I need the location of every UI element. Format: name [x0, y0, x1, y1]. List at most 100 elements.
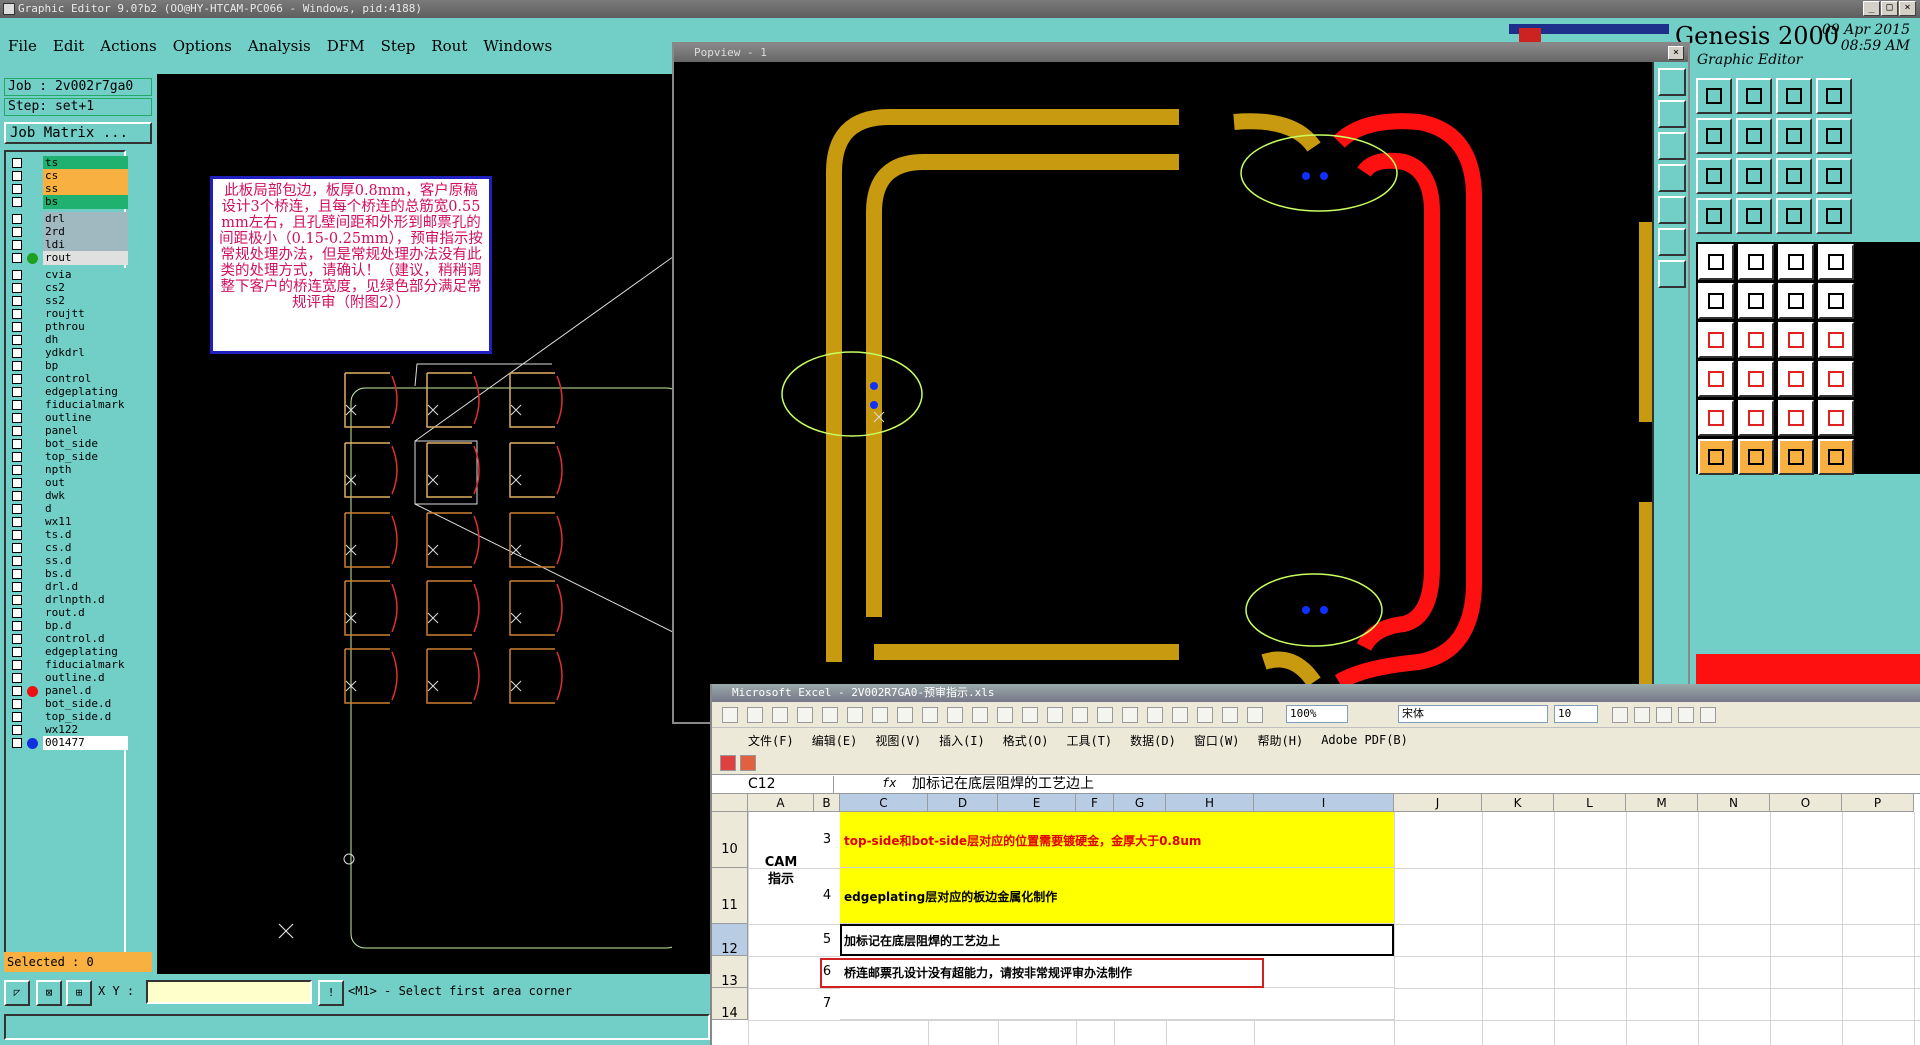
menu-dfm[interactable]: DFM [327, 37, 365, 55]
view-tool-button[interactable] [1696, 158, 1732, 194]
layer-checkbox[interactable] [12, 227, 22, 237]
pdf-mail-icon[interactable] [740, 755, 756, 771]
layer-checkbox[interactable] [12, 361, 22, 371]
layer-checkbox[interactable] [12, 322, 22, 332]
instruction-cell[interactable]: top-side和bot-side层对应的位置需要镀硬金，金厚大于0.8um [840, 812, 1394, 868]
layer-checkbox[interactable] [12, 439, 22, 449]
layer-name[interactable]: outline [43, 411, 128, 425]
layer-name[interactable]: 2rd [43, 225, 128, 239]
layer-checkbox[interactable] [12, 197, 22, 207]
layer-checkbox[interactable] [12, 309, 22, 319]
row-header[interactable]: 10 [712, 812, 748, 868]
layer-checkbox[interactable] [12, 184, 22, 194]
layer-name[interactable]: dh [43, 333, 128, 347]
layer-checkbox[interactable] [12, 171, 22, 181]
column-header[interactable]: P [1842, 794, 1914, 812]
popview-tool-4[interactable] [1658, 164, 1686, 192]
layer-name[interactable]: rout.d [43, 606, 128, 620]
excel-toolbar-button[interactable] [1656, 707, 1672, 723]
layer-checkbox[interactable] [12, 621, 22, 631]
popview-tool-7[interactable] [1658, 260, 1686, 288]
column-header[interactable]: E [998, 794, 1076, 812]
layer-name[interactable]: edgeplating [43, 645, 128, 659]
zoom-select[interactable]: 100% [1286, 705, 1348, 723]
layer-name[interactable]: dwk [43, 489, 128, 503]
layer-checkbox[interactable] [12, 400, 22, 410]
layer-name[interactable]: outline.d [43, 671, 128, 685]
font-size-select[interactable]: 10 [1554, 705, 1598, 723]
layer-checkbox[interactable] [12, 543, 22, 553]
layer-name[interactable]: bp [43, 359, 128, 373]
edit-tool-button[interactable] [1738, 322, 1774, 358]
edit-tool-button[interactable] [1818, 361, 1854, 397]
popview-tool-1[interactable] [1658, 68, 1686, 96]
excel-menu-item[interactable]: 编辑(E) [812, 732, 858, 749]
column-header[interactable]: F [1076, 794, 1114, 812]
maximize-button[interactable]: □ [1881, 1, 1898, 16]
layer-row[interactable]: rout [10, 251, 130, 266]
layer-checkbox[interactable] [12, 253, 22, 263]
view-tool-button[interactable] [1736, 198, 1772, 234]
layer-checkbox[interactable] [12, 686, 22, 696]
layer-name[interactable]: ts.d [43, 528, 128, 542]
layer-checkbox[interactable] [12, 283, 22, 293]
column-header[interactable]: J [1394, 794, 1482, 812]
edit-tool-button[interactable] [1738, 361, 1774, 397]
layer-checkbox[interactable] [12, 530, 22, 540]
layer-checkbox[interactable] [12, 738, 22, 748]
excel-toolbar-button[interactable] [897, 707, 913, 723]
layer-checkbox[interactable] [12, 634, 22, 644]
view-tool-button[interactable] [1776, 118, 1812, 154]
column-header[interactable]: A [748, 794, 814, 812]
layer-name[interactable]: ss [43, 182, 128, 196]
layer-name[interactable]: fiducialmark [43, 398, 128, 412]
layer-row[interactable]: bs [10, 195, 130, 210]
excel-toolbar-button[interactable] [922, 707, 938, 723]
instruction-cell[interactable]: edgeplating层对应的板边金属化制作 [840, 868, 1394, 924]
name-box[interactable]: C12 [714, 776, 834, 793]
excel-toolbar-button[interactable] [947, 707, 963, 723]
view-tool-button[interactable] [1696, 78, 1732, 114]
excel-toolbar-button[interactable] [1047, 707, 1063, 723]
menu-analysis[interactable]: Analysis [248, 37, 311, 55]
layer-checkbox[interactable] [12, 374, 22, 384]
layer-checkbox[interactable] [12, 582, 22, 592]
excel-menu-item[interactable]: 工具(T) [1066, 732, 1112, 749]
column-header[interactable]: G [1114, 794, 1166, 812]
excel-toolbar-button[interactable] [1122, 707, 1138, 723]
view-tool-button[interactable] [1696, 118, 1732, 154]
edit-tool-button[interactable] [1778, 322, 1814, 358]
select-tool-button[interactable]: ◸ [4, 980, 30, 1006]
edit-tool-button[interactable] [1698, 439, 1734, 475]
edit-tool-button[interactable] [1698, 400, 1734, 436]
layer-name[interactable]: rout [43, 251, 128, 265]
popview-close-button[interactable]: × [1668, 46, 1684, 60]
xy-input[interactable] [146, 980, 312, 1004]
excel-toolbar-button[interactable] [997, 707, 1013, 723]
layer-name[interactable]: ydkdrl [43, 346, 128, 360]
layer-name[interactable]: edgeplating [43, 385, 128, 399]
excel-toolbar-button[interactable] [972, 707, 988, 723]
excel-menu-item[interactable]: Adobe PDF(B) [1321, 733, 1408, 747]
popview-tool-6[interactable] [1658, 228, 1686, 256]
layer-name[interactable]: cs.d [43, 541, 128, 555]
layer-checkbox[interactable] [12, 660, 22, 670]
layer-name[interactable]: npth [43, 463, 128, 477]
column-header[interactable]: L [1554, 794, 1626, 812]
instruction-cell[interactable] [840, 988, 1394, 1020]
view-tool-button[interactable] [1776, 158, 1812, 194]
minimize-button[interactable]: _ [1863, 1, 1880, 16]
excel-toolbar-button[interactable] [1612, 707, 1628, 723]
view-tool-button[interactable] [1816, 198, 1852, 234]
layer-name[interactable]: fiducialmark [43, 658, 128, 672]
popview-tool-5[interactable] [1658, 196, 1686, 224]
excel-toolbar-button[interactable] [1147, 707, 1163, 723]
area-tool-button[interactable]: ⊠ [36, 980, 62, 1006]
layer-name[interactable]: cs2 [43, 281, 128, 295]
layer-checkbox[interactable] [12, 647, 22, 657]
view-tool-button[interactable] [1736, 118, 1772, 154]
excel-menu-item[interactable]: 格式(O) [1003, 732, 1049, 749]
layer-name[interactable]: wx122 [43, 723, 128, 737]
column-header[interactable]: K [1482, 794, 1554, 812]
layer-name[interactable]: bot_side.d [43, 697, 128, 711]
